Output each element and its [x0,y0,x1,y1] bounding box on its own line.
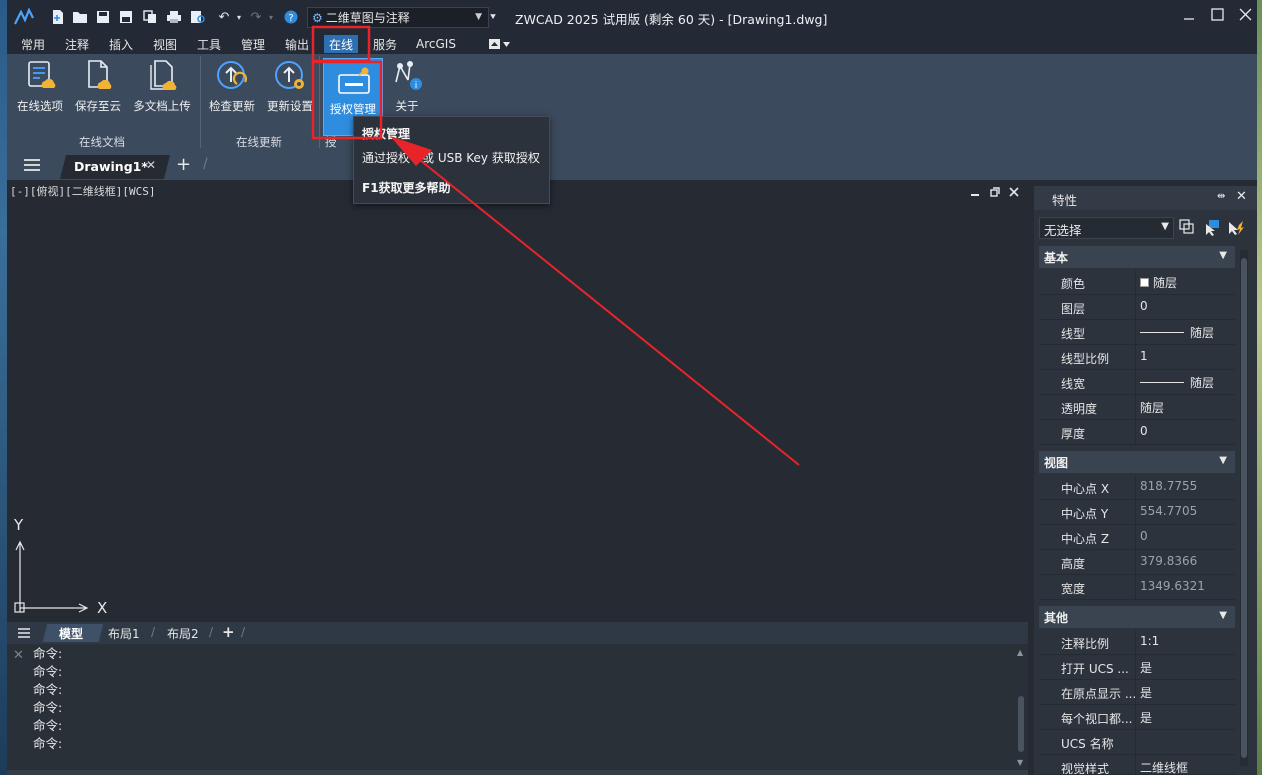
highlight-box-button [311,60,383,140]
annotation-arrow-head [390,136,432,166]
annotation-arrow-line [409,151,800,466]
highlight-box-tab [311,25,371,63]
zwcad-window: ↶ ▾ ↷ ▾ ? ⚙ 二维草图与注释 ▼ ⯆ ZWCAD 2025 试用版 (… [0,0,1262,775]
annotation-overlay [311,25,800,466]
